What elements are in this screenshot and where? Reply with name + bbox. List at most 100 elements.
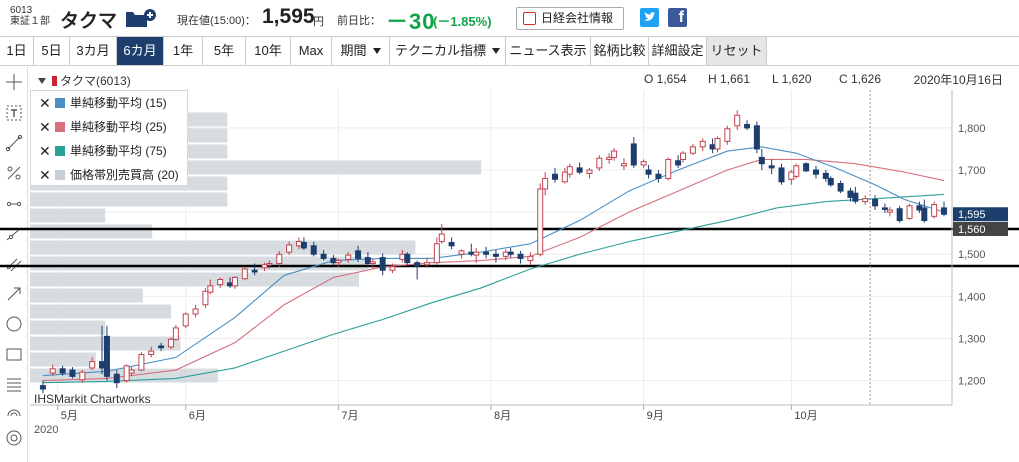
candle-body xyxy=(768,165,775,169)
candle-body xyxy=(39,385,46,390)
candle-body xyxy=(414,262,421,267)
candle-body xyxy=(803,163,810,172)
volume-profile-bar xyxy=(30,208,106,223)
candle-body xyxy=(468,251,475,255)
legend-label: 価格帯別売買高 (20) xyxy=(70,168,179,182)
y-tick-label: 1,300 xyxy=(958,333,986,345)
candle-body xyxy=(561,171,568,183)
sma75-line xyxy=(42,193,945,384)
volume-profile-bar xyxy=(30,256,369,271)
candle-body xyxy=(896,208,903,222)
candle-body xyxy=(921,207,928,222)
hline-price-tag: 1,560 xyxy=(958,224,986,236)
volume-profile-bar xyxy=(30,288,143,303)
legend-item-sma25: ✕ 単純移動平均 (25) xyxy=(31,115,187,139)
candle-body xyxy=(300,241,307,249)
candle-body xyxy=(49,368,56,374)
candle-body xyxy=(714,137,721,150)
candle-body xyxy=(699,140,706,148)
candle-body xyxy=(69,369,76,377)
remove-indicator-icon[interactable]: ✕ xyxy=(39,139,51,163)
last-price-tag: 1,595 xyxy=(958,209,986,221)
candle-body xyxy=(724,128,731,142)
y-tick-label: 1,700 xyxy=(958,165,986,177)
candle-body xyxy=(502,251,509,257)
candle-body xyxy=(438,233,445,243)
candle-body xyxy=(941,207,947,215)
candle-body xyxy=(881,207,888,210)
y-tick-label: 1,500 xyxy=(958,249,986,261)
candle-body xyxy=(369,261,376,265)
x-tick-label: 7月 xyxy=(341,410,358,422)
y-tick-label: 1,800 xyxy=(958,123,986,135)
candle-body xyxy=(734,114,741,127)
candle-body xyxy=(433,243,440,264)
x-tick-label: 6月 xyxy=(189,410,206,422)
candle-body xyxy=(689,146,696,154)
candle-body xyxy=(148,350,155,355)
candle-body xyxy=(128,369,135,374)
candle-body xyxy=(837,182,844,192)
price-chart[interactable]: 1,8001,7001,6001,5001,4001,3001,2005月6月7… xyxy=(0,0,1019,462)
attribution: IHSMarkit Chartworks xyxy=(34,392,151,406)
x-tick-label: 5月 xyxy=(61,410,78,422)
candle-body xyxy=(655,173,662,179)
legend-item-sma15: ✕ 単純移動平均 (15) xyxy=(31,91,187,115)
candle-body xyxy=(675,160,682,166)
candle-body xyxy=(596,157,603,169)
candle-body xyxy=(793,165,800,177)
candle-body xyxy=(827,177,834,186)
candle-body xyxy=(99,361,106,369)
candle-body xyxy=(227,282,234,287)
candle-body xyxy=(335,260,342,264)
candle-body xyxy=(231,276,238,287)
remove-indicator-icon[interactable]: ✕ xyxy=(39,115,51,139)
x-tick-label: 10月 xyxy=(794,410,817,422)
legend-item-volume-profile: ✕ 価格帯別売買高 (20) xyxy=(31,163,187,187)
candle-body xyxy=(507,251,514,255)
candle-body xyxy=(295,241,302,247)
legend-label: 単純移動平均 (25) xyxy=(70,120,167,134)
candle-body xyxy=(217,279,224,286)
candle-body xyxy=(758,156,765,165)
candle-body xyxy=(566,166,573,175)
candle-body xyxy=(822,172,829,179)
candle-body xyxy=(389,266,396,271)
candle-body xyxy=(276,253,283,265)
candle-body xyxy=(788,171,795,180)
legend-swatch xyxy=(55,98,65,108)
legend-label: 単純移動平均 (75) xyxy=(70,144,167,158)
candle-body xyxy=(59,368,66,374)
candle-body xyxy=(330,257,337,264)
candle-body xyxy=(261,264,268,269)
candle-body xyxy=(931,204,938,217)
candle-body xyxy=(345,254,352,260)
volume-profile-bar xyxy=(30,192,228,207)
volume-profile-bar xyxy=(30,272,359,287)
y-tick-label: 1,200 xyxy=(958,376,986,388)
candle-body xyxy=(399,253,406,260)
candle-body xyxy=(379,257,386,271)
candle-body xyxy=(266,263,273,266)
indicator-legend: ✕ 単純移動平均 (15) ✕ 単純移動平均 (25) ✕ 単純移動平均 (75… xyxy=(30,90,188,186)
remove-indicator-icon[interactable]: ✕ xyxy=(39,163,51,187)
candle-body xyxy=(916,205,923,211)
candle-body xyxy=(192,308,199,315)
y-tick-label: 1,400 xyxy=(958,291,986,303)
candle-body xyxy=(886,209,893,213)
candle-body xyxy=(355,250,362,259)
candle-body xyxy=(286,244,293,253)
candle-body xyxy=(167,338,174,348)
candle-body xyxy=(492,253,499,257)
candle-body xyxy=(310,245,317,255)
candle-body xyxy=(862,198,869,203)
candle-body xyxy=(630,143,637,166)
candle-body xyxy=(586,169,593,174)
legend-swatch xyxy=(55,122,65,132)
legend-swatch xyxy=(55,170,65,180)
candle-body xyxy=(473,251,480,256)
candle-body xyxy=(906,205,913,219)
remove-indicator-icon[interactable]: ✕ xyxy=(39,91,51,115)
candle-body xyxy=(448,241,455,247)
volume-profile-bar xyxy=(30,304,171,319)
